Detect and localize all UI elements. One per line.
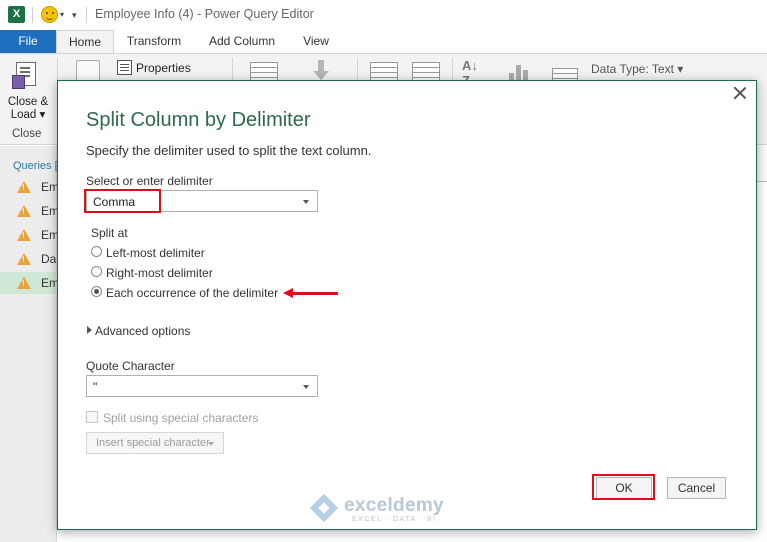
advanced-options-toggle[interactable]: Advanced options bbox=[95, 324, 190, 338]
special-characters-checkbox[interactable] bbox=[86, 411, 98, 423]
radio-each-occurrence[interactable] bbox=[91, 286, 102, 297]
highlight-box bbox=[84, 189, 161, 213]
radio-each-occurrence-label[interactable]: Each occurrence of the delimiter bbox=[106, 286, 278, 300]
close-load-label: Close & bbox=[7, 96, 49, 108]
tab-transform[interactable]: Transform bbox=[118, 30, 190, 53]
expand-triangle-icon[interactable] bbox=[87, 326, 92, 334]
remove-rows-icon[interactable] bbox=[412, 62, 440, 82]
query-item[interactable]: ! Da bbox=[0, 248, 57, 270]
formula-bar-edge bbox=[757, 146, 767, 182]
window-title: Employee Info (4) - Power Query Editor bbox=[95, 7, 314, 21]
data-type-dropdown[interactable]: Data Type: Text ▾ bbox=[591, 62, 683, 76]
properties-icon[interactable] bbox=[117, 60, 132, 75]
chevron-down-icon bbox=[303, 200, 309, 204]
chevron-down-icon bbox=[303, 385, 309, 389]
insert-special-character-label: Insert special character bbox=[96, 437, 210, 449]
radio-right-most[interactable] bbox=[91, 266, 102, 277]
smiley-feedback-icon[interactable] bbox=[41, 6, 58, 23]
radio-left-most[interactable] bbox=[91, 246, 102, 257]
customize-toolbar-icon[interactable]: ▾ bbox=[72, 10, 77, 21]
annotation-arrow-line bbox=[292, 292, 338, 295]
tab-file[interactable]: File bbox=[0, 30, 56, 53]
radio-right-most-label[interactable]: Right-most delimiter bbox=[106, 266, 213, 280]
cancel-button[interactable]: Cancel bbox=[667, 477, 726, 499]
query-item[interactable]: ! Em bbox=[0, 200, 59, 222]
keep-rows-icon[interactable] bbox=[370, 62, 398, 82]
watermark-tagline: EXCEL · DATA · BI bbox=[352, 516, 437, 523]
exceldemy-logo-icon bbox=[312, 496, 338, 522]
choose-columns-icon[interactable] bbox=[250, 62, 278, 82]
delimiter-label: Select or enter delimiter bbox=[86, 174, 213, 188]
feedback-dropdown-icon[interactable]: ▾ bbox=[60, 10, 64, 19]
toolbar-separator bbox=[86, 7, 87, 23]
insert-special-character-button[interactable]: Insert special character bbox=[86, 432, 224, 454]
tab-add-column[interactable]: Add Column bbox=[200, 30, 284, 53]
refresh-preview-icon[interactable] bbox=[76, 60, 100, 82]
toolbar-separator bbox=[32, 7, 33, 23]
title-bar: X ▾ ▾ Employee Info (4) - Power Query Ed… bbox=[0, 0, 767, 30]
query-item-label: Da bbox=[41, 252, 57, 266]
quote-character-label: Quote Character bbox=[86, 359, 175, 373]
dialog-subtitle: Specify the delimiter used to split the … bbox=[86, 143, 372, 158]
excel-logo-icon: X bbox=[8, 6, 25, 23]
query-item[interactable]: ! Em bbox=[0, 176, 59, 198]
tab-home[interactable]: Home bbox=[56, 30, 114, 54]
radio-left-most-label[interactable]: Left-most delimiter bbox=[106, 246, 205, 260]
tab-view[interactable]: View bbox=[294, 30, 338, 53]
close-load-label-dropdown: Load ▾ bbox=[10, 109, 46, 121]
highlight-box bbox=[592, 474, 655, 500]
close-group-label: Close bbox=[12, 128, 42, 140]
chevron-down-icon bbox=[208, 442, 214, 446]
properties-button[interactable]: Properties bbox=[136, 61, 191, 75]
special-characters-label: Split using special characters bbox=[103, 411, 259, 425]
split-at-label: Split at bbox=[91, 226, 128, 240]
close-icon[interactable] bbox=[731, 84, 749, 102]
reduce-rows-icon[interactable] bbox=[312, 60, 330, 82]
quote-character-select[interactable]: " bbox=[86, 375, 318, 397]
query-item[interactable]: ! Em bbox=[0, 224, 59, 246]
ribbon-tabs: File Home Transform Add Column View bbox=[0, 30, 767, 54]
dialog-title: Split Column by Delimiter bbox=[86, 109, 311, 131]
quote-character-value: " bbox=[93, 380, 98, 394]
close-load-icon[interactable] bbox=[12, 62, 40, 92]
watermark-name: exceldemy bbox=[344, 495, 444, 516]
close-load-button[interactable]: Close & Load ▾ bbox=[6, 96, 50, 122]
query-item-selected[interactable]: ! Em bbox=[0, 272, 59, 294]
